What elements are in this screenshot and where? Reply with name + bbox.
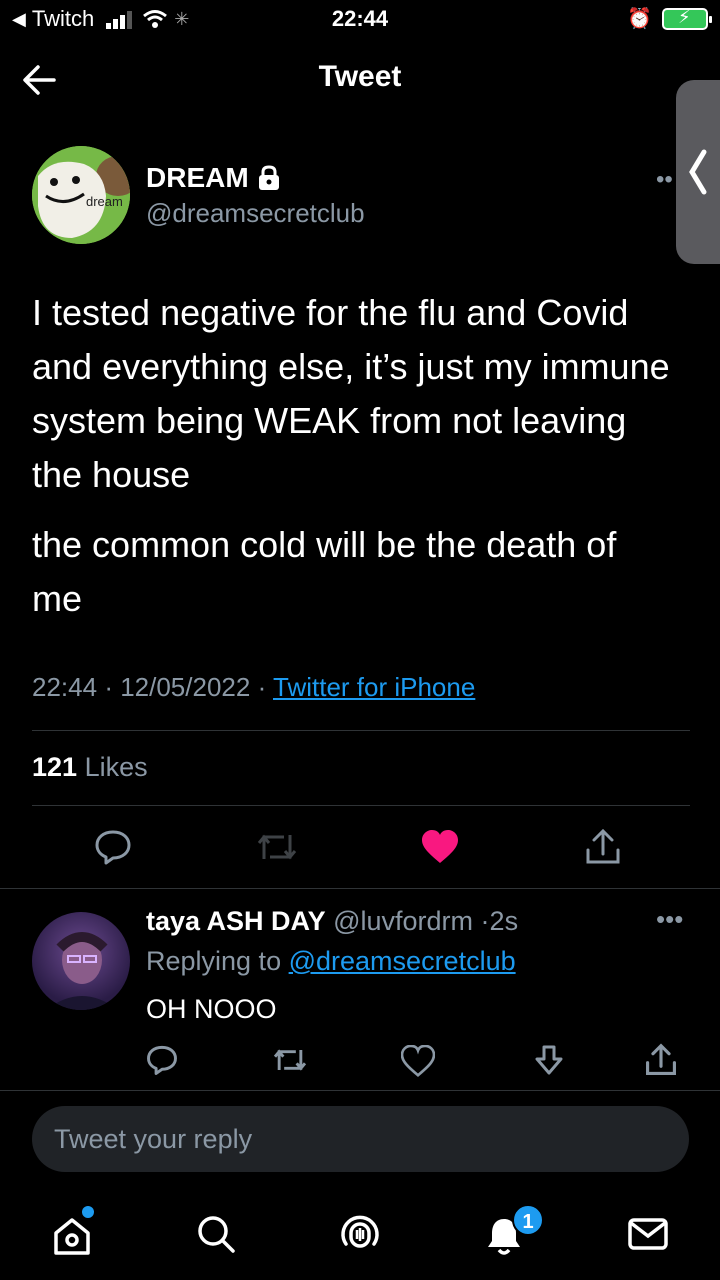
reply-input[interactable]: [32, 1106, 689, 1172]
more-options-icon[interactable]: ••: [656, 166, 673, 194]
spaces-icon: [341, 1215, 379, 1248]
separator: ·: [480, 906, 490, 936]
reply-like-icon[interactable]: [401, 1045, 435, 1077]
retweet-icon: [257, 834, 297, 860]
mail-icon: [628, 1218, 668, 1250]
home-unread-dot: [82, 1206, 94, 1218]
author-avatar[interactable]: dream: [32, 146, 130, 244]
separator: ·: [257, 672, 273, 702]
reply-text: OH NOOO: [146, 994, 277, 1024]
tab-messages[interactable]: [620, 1206, 676, 1262]
reply-author-handle: @luvfordrm: [333, 906, 474, 936]
likes-number: 121: [32, 752, 78, 782]
reply-compose[interactable]: [32, 1106, 689, 1172]
replying-to-label: Replying to: [146, 946, 282, 976]
divider: [0, 1090, 720, 1091]
reply-more-options-icon[interactable]: •••: [656, 904, 683, 935]
reply-share-icon[interactable]: [644, 1043, 678, 1077]
status-right: ⏰ ⚡: [627, 6, 712, 31]
alarm-icon: ⏰: [627, 8, 652, 30]
tweet-source-link[interactable]: Twitter for iPhone: [273, 672, 475, 702]
tweet-text-paragraph-1: I tested negative for the flu and Covid …: [32, 292, 670, 495]
reply-icon: [95, 830, 131, 865]
status-time: 22:44: [331, 6, 389, 31]
author-handle[interactable]: @dreamsecretclub: [146, 198, 365, 229]
home-icon: [54, 1218, 90, 1255]
tab-search[interactable]: [188, 1206, 244, 1262]
reply-author-name: taya ASH DAY: [146, 906, 326, 936]
tweet-time: 22:44: [32, 672, 98, 702]
status-bar: ◀ Twitch ✳ 22:44 ⏰ ⚡: [0, 0, 720, 40]
reply-comment-icon[interactable]: [146, 1044, 178, 1076]
notifications-badge: 1: [512, 1204, 544, 1236]
page-title: Tweet: [318, 60, 402, 93]
divider: [32, 730, 690, 731]
battery-icon: ⚡: [662, 7, 712, 30]
divider: [32, 805, 690, 806]
reply-button[interactable]: [88, 822, 138, 872]
lock-icon: [258, 165, 279, 190]
like-button[interactable]: [415, 822, 465, 872]
reply-retweet-icon[interactable]: [272, 1045, 308, 1075]
replying-to-handle-link[interactable]: @dreamsecretclub: [289, 946, 516, 976]
tweet-text-paragraph-2: the common cold will be the death of me: [32, 524, 617, 619]
tweet-date: 12/05/2022: [120, 672, 251, 702]
author-name[interactable]: DREAM: [146, 162, 281, 194]
reply-age: 2s: [489, 906, 519, 936]
avatar-logo-text: dream: [86, 194, 123, 209]
reply-header[interactable]: taya ASH DAY @luvfordrm ·2s: [146, 906, 518, 937]
likes-count[interactable]: 121 Likes: [32, 752, 148, 783]
search-icon: [198, 1216, 235, 1253]
author-name-text: DREAM: [146, 162, 249, 193]
reply-author-avatar[interactable]: [32, 912, 130, 1010]
retweet-button[interactable]: [252, 822, 302, 872]
separator: ·: [104, 672, 121, 702]
share-button[interactable]: [578, 822, 628, 872]
replying-to: Replying to @dreamsecretclub: [146, 946, 516, 977]
downvote-icon[interactable]: [534, 1044, 564, 1076]
tweet-meta: 22:44 · 12/05/2022 · Twitter for iPhone: [32, 672, 475, 703]
divider: [0, 888, 720, 889]
heart-filled-icon: [422, 830, 458, 863]
tab-spaces[interactable]: [332, 1206, 388, 1262]
chevron-left-icon: [689, 149, 707, 195]
likes-label: Likes: [84, 752, 148, 782]
share-icon: [586, 828, 620, 864]
